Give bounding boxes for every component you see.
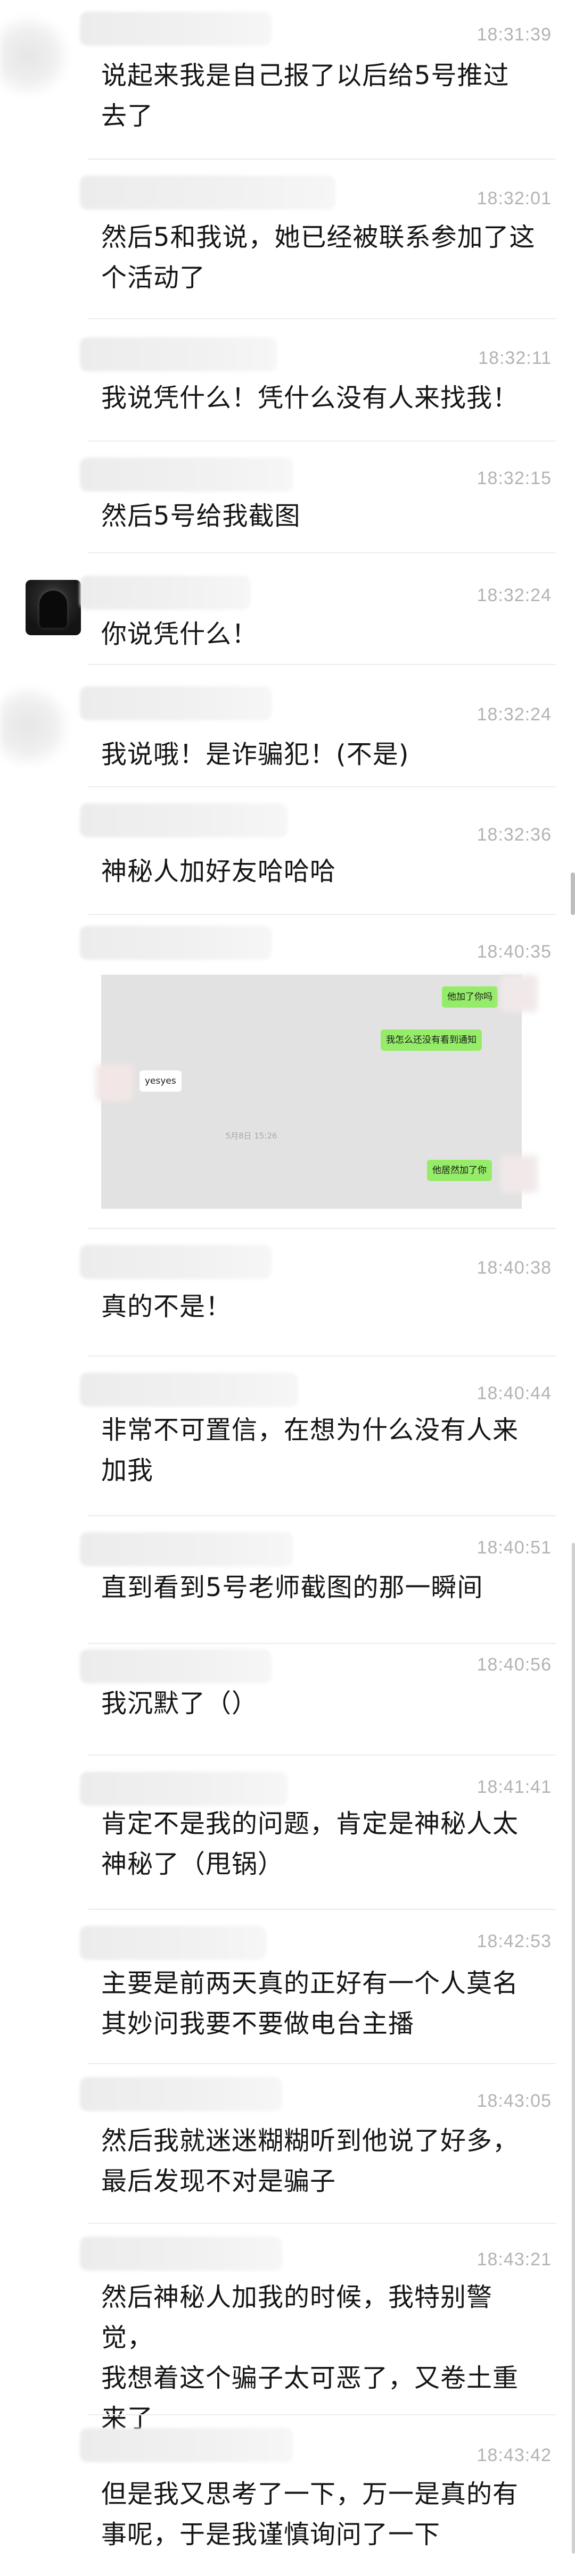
message-time: 18:32:15 <box>477 468 552 488</box>
avatar[interactable] <box>0 686 69 766</box>
message-time: 18:43:21 <box>477 2249 552 2270</box>
message-text: 直到看到5号老师截图的那一瞬间 <box>101 1573 483 1602</box>
message-text: 非常不可置信，在想为什么没有人来 加我 <box>101 1415 519 1485</box>
chat-message[interactable]: 18:41:41 肯定不是我的问题，肯定是神秘人太 神秘了（甩锅） <box>0 1756 575 1910</box>
message-text: 说起来我是自己报了以后给5号推过 去了 <box>101 61 510 131</box>
sender-name <box>80 1373 298 1407</box>
message-text: 神秘人加好友哈哈哈 <box>101 857 336 886</box>
sender-name <box>80 176 335 210</box>
sender-name <box>80 1532 293 1566</box>
message-text: 主要是前两天真的正好有一个人莫名 其妙问我要不要做电台主播 <box>101 1968 519 2039</box>
chat-message[interactable]: 18:32:36 神秘人加好友哈哈哈 <box>0 787 575 915</box>
sender-name <box>80 1245 272 1279</box>
screenshot-bubble: 他居然加了你 <box>427 1160 492 1181</box>
blurred-avatar <box>500 975 538 1012</box>
blurred-avatar <box>96 1064 133 1101</box>
chat-message[interactable]: 18:40:35 他加了你吗 我怎么还没有看到通知 yesyes 5月8日 15… <box>0 915 575 1229</box>
chat-message[interactable]: 18:32:11 我说凭什么！凭什么没有人来找我！ <box>0 319 575 442</box>
message-time: 18:42:53 <box>477 1931 552 1951</box>
message-time: 18:40:51 <box>477 1538 552 1558</box>
message-time: 18:40:44 <box>477 1383 552 1403</box>
screenshot-date: 5月8日 15:26 <box>225 1131 277 1141</box>
avatar[interactable] <box>0 16 69 96</box>
chat-message[interactable]: 18:43:21 然后神秘人加我的时候，我特别警觉， 我想着这个骗子太可恶了，又… <box>0 2224 575 2433</box>
message-text: 然后5号给我截图 <box>101 501 301 531</box>
chat-message[interactable]: 18:43:05 然后我就迷迷糊糊听到他说了好多， 最后发现不对是骗子 <box>0 2064 575 2224</box>
message-time: 18:32:01 <box>477 188 552 209</box>
sender-name <box>80 1772 288 1806</box>
chat-message[interactable]: 18:32:01 然后5和我说，她已经被联系参加了这 个活动了 <box>0 160 575 319</box>
message-time: 18:31:39 <box>477 24 552 45</box>
message-text: 但是我又思考了一下，万一是真的有 事呢，于是我谨慎询问了一下 <box>101 2479 519 2549</box>
blurred-avatar <box>500 1156 538 1193</box>
sender-name <box>80 337 277 371</box>
sender-name <box>80 1926 266 1960</box>
screenshot-bubble: yesyes <box>139 1070 182 1092</box>
message-text: 然后我就迷迷糊糊听到他说了好多， 最后发现不对是骗子 <box>101 2126 519 2196</box>
screenshot-bubble: 我怎么还没有看到通知 <box>381 1029 482 1051</box>
sender-name <box>80 2077 282 2111</box>
message-time: 18:40:56 <box>477 1655 552 1675</box>
screenshot-image[interactable]: 他加了你吗 我怎么还没有看到通知 yesyes 5月8日 15:26 他居然加了… <box>96 975 538 1209</box>
message-time: 18:43:05 <box>477 2091 552 2111</box>
message-time: 18:32:36 <box>477 825 552 845</box>
chat-message[interactable]: 18:40:38 真的不是！ <box>0 1229 575 1357</box>
message-time: 18:32:24 <box>477 704 552 725</box>
message-text: 我沉默了（） <box>101 1689 258 1718</box>
sender-name <box>80 458 293 492</box>
chat-message[interactable]: 18:32:24 我说哦！是诈骗犯！(不是) <box>0 665 575 787</box>
chat-message[interactable]: 18:43:42 但是我又思考了一下，万一是真的有 事呢，于是我谨慎询问了一下 <box>0 2415 575 2576</box>
message-time: 18:43:42 <box>477 2445 552 2465</box>
sender-name <box>80 12 272 46</box>
sender-name <box>80 1649 272 1683</box>
sender-name <box>80 2237 282 2271</box>
scrollbar[interactable] <box>571 872 575 915</box>
chat-message[interactable]: 18:40:51 直到看到5号老师截图的那一瞬间 <box>0 1516 575 1644</box>
message-time: 18:32:24 <box>477 585 552 605</box>
sender-name <box>80 686 272 720</box>
message-text: 肯定不是我的问题，肯定是神秘人太 神秘了（甩锅） <box>101 1809 519 1879</box>
sender-name <box>80 803 288 837</box>
sender-name <box>80 2428 293 2462</box>
message-text: 然后5和我说，她已经被联系参加了这 个活动了 <box>101 222 536 293</box>
scrollbar[interactable] <box>572 1543 575 2554</box>
chat-message[interactable]: 18:42:53 主要是前两天真的正好有一个人莫名 其妙问我要不要做电台主播 <box>0 1910 575 2064</box>
chat-message[interactable]: 18:40:44 非常不可置信，在想为什么没有人来 加我 <box>0 1357 575 1516</box>
message-time: 18:41:41 <box>477 1777 552 1797</box>
message-time: 18:40:35 <box>477 942 552 962</box>
avatar-figure <box>39 591 67 628</box>
chat-history[interactable]: 18:31:39 说起来我是自己报了以后给5号推过 去了 18:32:01 然后… <box>0 0 575 2576</box>
chat-message[interactable]: 18:32:24 你说凭什么！ <box>0 553 575 665</box>
chat-message[interactable]: 18:31:39 说起来我是自己报了以后给5号推过 去了 <box>0 0 575 160</box>
message-text: 你说凭什么！ <box>101 619 258 649</box>
screenshot-bubble: 他加了你吗 <box>442 986 498 1008</box>
sender-name <box>80 926 272 960</box>
message-text: 我说凭什么！凭什么没有人来找我！ <box>101 383 519 413</box>
chat-message[interactable]: 18:40:56 我沉默了（） <box>0 1644 575 1756</box>
message-time: 18:40:38 <box>477 1258 552 1278</box>
avatar[interactable] <box>26 580 81 635</box>
chat-message[interactable]: 18:32:15 然后5号给我截图 <box>0 442 575 553</box>
message-text: 真的不是！ <box>101 1292 232 1322</box>
message-time: 18:32:11 <box>478 348 552 368</box>
message-text: 我说哦！是诈骗犯！(不是) <box>101 739 409 769</box>
sender-name <box>80 576 250 610</box>
